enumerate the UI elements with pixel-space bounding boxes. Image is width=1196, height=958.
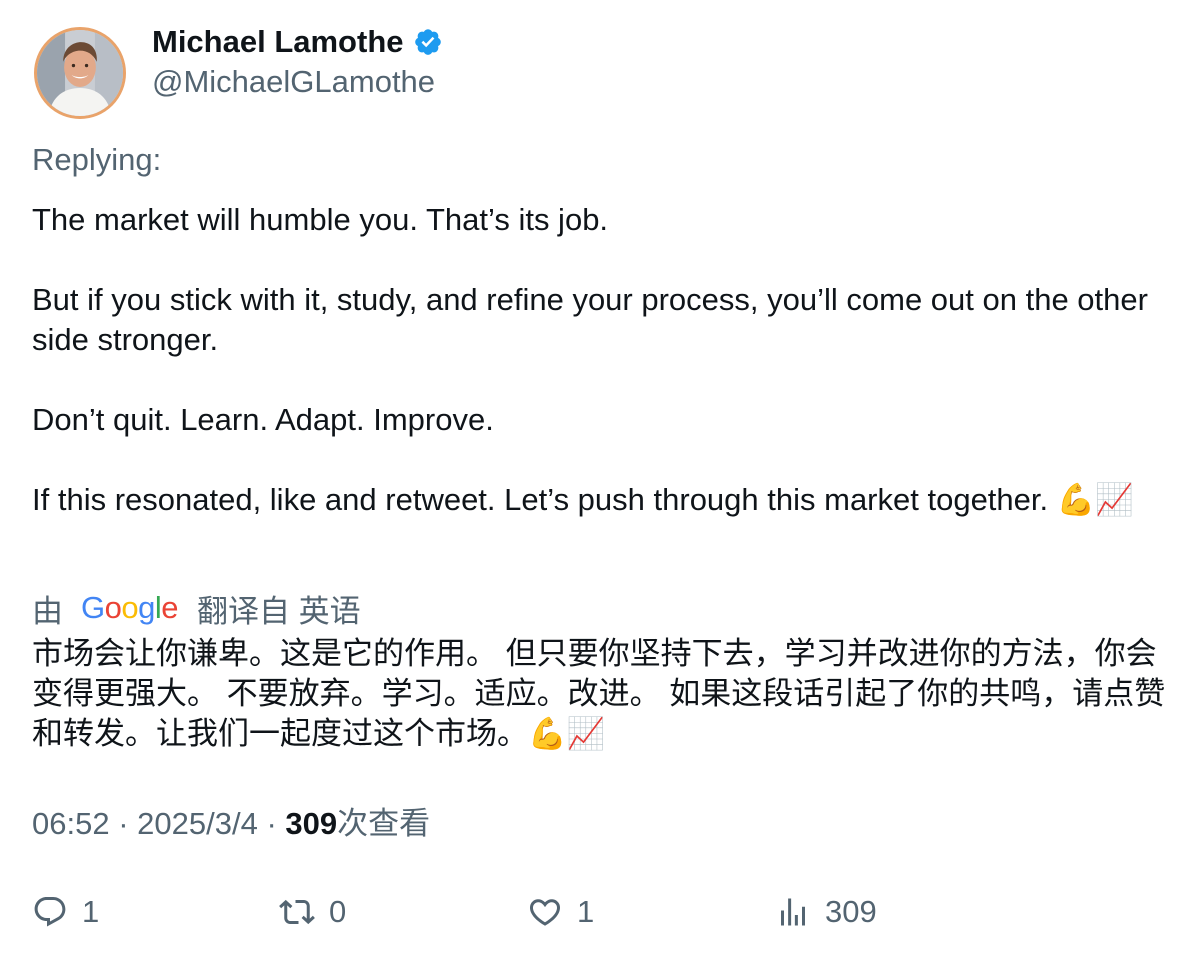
translation-attribution: 由 Google 翻译自 英语 [32, 586, 361, 630]
meta-separator: · [118, 806, 129, 841]
retweet-button[interactable]: 0 [279, 890, 346, 934]
avatar-photo [37, 30, 123, 116]
tweet-actions: 1 0 1 309 [32, 890, 1172, 936]
views-action-count: 309 [825, 894, 877, 929]
verified-badge-icon [413, 27, 443, 57]
tweet-paragraph: If this resonated, like and retweet. Let… [32, 482, 1134, 517]
author-name-row: Michael Lamothe [152, 22, 443, 62]
views-button[interactable]: 309 [775, 890, 877, 934]
views-count: 309 [285, 806, 338, 841]
author-display-name[interactable]: Michael Lamothe [152, 22, 404, 62]
tweet-time[interactable]: 06:52 [32, 806, 110, 841]
retweet-count: 0 [329, 894, 347, 929]
author-handle[interactable]: @MichaelGLamothe [152, 62, 435, 102]
tweet-date[interactable]: 2025/3/4 [137, 806, 258, 841]
reply-bubble-icon [32, 894, 68, 930]
translated-text: 市场会让你谦卑。这是它的作用。 但只要你坚持下去，学习并改进你的方法，你会变得更… [32, 636, 1166, 751]
heart-icon [527, 894, 563, 930]
translation-prefix: 由 [32, 593, 63, 629]
tweet-meta: 06:52 · 2025/3/4 · 309次查看 [32, 804, 430, 844]
google-logo[interactable]: Google [81, 590, 179, 626]
views-label: 次查看 [337, 806, 431, 841]
tweet-paragraph: Don’t quit. Learn. Adapt. Improve. [32, 402, 494, 437]
translation-source-language: 翻译自 英语 [197, 593, 361, 629]
reply-button[interactable]: 1 [32, 890, 99, 934]
tweet-paragraph: But if you stick with it, study, and ref… [32, 282, 1148, 357]
replying-label: Replying: [32, 142, 162, 177]
retweet-icon [279, 894, 315, 930]
meta-separator: · [266, 806, 277, 841]
bar-chart-icon [775, 894, 811, 930]
like-button[interactable]: 1 [527, 890, 594, 934]
reply-count: 1 [82, 894, 100, 929]
tweet-text: The market will humble you. That’s its j… [32, 200, 1172, 520]
author-avatar[interactable] [34, 27, 126, 119]
tweet-paragraph: The market will humble you. That’s its j… [32, 202, 609, 237]
like-count: 1 [577, 894, 595, 929]
